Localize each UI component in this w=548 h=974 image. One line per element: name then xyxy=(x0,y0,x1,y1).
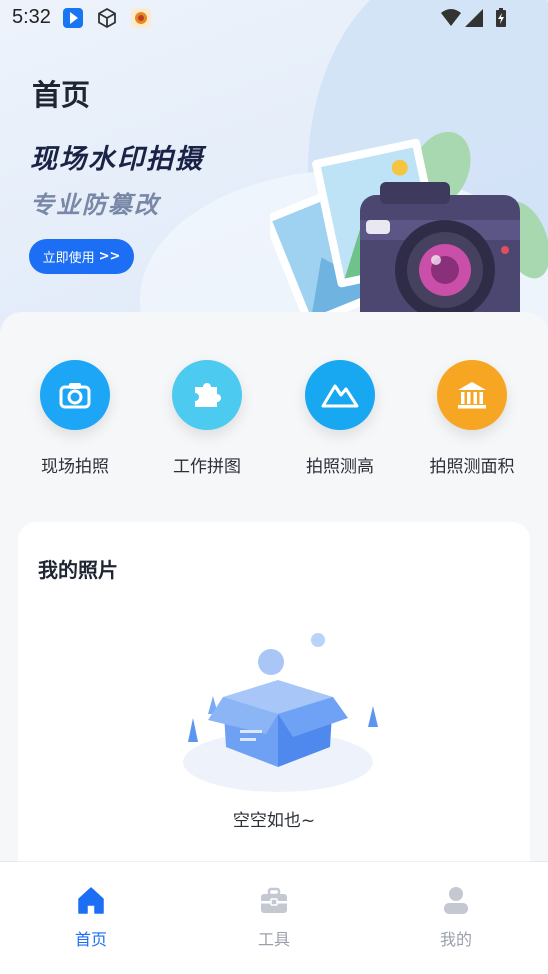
status-bar: 5:32 xyxy=(0,0,548,36)
quick-action-circle xyxy=(40,360,110,430)
quick-action-circle xyxy=(305,360,375,430)
bottom-tab-bar: 首页 工具 我的 xyxy=(0,862,548,974)
battery-icon xyxy=(496,8,506,27)
bank-icon xyxy=(458,382,486,409)
puzzle-icon xyxy=(195,383,221,407)
quick-action-circle xyxy=(437,360,507,430)
tab-mine[interactable]: 我的 xyxy=(396,884,516,950)
tab-label: 我的 xyxy=(439,930,472,949)
quick-action-measure-area[interactable]: 拍照测面积 xyxy=(406,360,538,477)
tab-home[interactable]: 首页 xyxy=(31,884,151,950)
wifi-icon xyxy=(441,9,461,26)
my-photos-title: 我的照片 xyxy=(38,558,118,582)
my-photos-card: 我的照片 空空如也~ xyxy=(18,522,530,882)
quick-action-live-photo[interactable]: 现场拍照 xyxy=(9,360,141,477)
app-notification-icon xyxy=(63,8,83,28)
empty-state-text: 空空如也~ xyxy=(232,811,316,831)
mountain-icon xyxy=(321,384,359,408)
tab-tools[interactable]: 工具 xyxy=(214,884,334,950)
tab-label: 首页 xyxy=(74,930,107,949)
quick-action-label: 工作拼图 xyxy=(173,457,241,477)
page-title: 首页 xyxy=(32,78,91,112)
tab-label: 工具 xyxy=(257,930,290,949)
status-time: 5:32 xyxy=(12,6,51,28)
user-icon xyxy=(444,887,468,914)
cube-icon xyxy=(98,7,116,29)
home-icon xyxy=(78,887,104,914)
signal-icon xyxy=(465,9,483,27)
quick-actions: 现场拍照 工作拼图 拍照测高 拍照测面积 xyxy=(0,360,548,480)
quick-action-label: 拍照测高 xyxy=(306,457,374,477)
camera-icon xyxy=(59,383,91,409)
quick-action-label: 现场拍照 xyxy=(41,457,109,477)
quick-action-measure-height[interactable]: 拍照测高 xyxy=(274,360,406,477)
toolbox-icon xyxy=(261,887,287,913)
empty-box-illustration xyxy=(183,633,378,792)
banner-subtitle: 专业防篡改 xyxy=(30,191,160,219)
hero-banner: 5:32 首页 现场水印拍摄 专业防篡改 立即使用 >> xyxy=(0,0,548,340)
banner-title: 现场水印拍摄 xyxy=(30,144,204,175)
game-app-icon xyxy=(131,8,151,28)
use-now-button[interactable]: 立即使用 >> xyxy=(29,239,134,274)
use-now-label: 立即使用 xyxy=(42,251,95,266)
quick-action-label: 拍照测面积 xyxy=(429,457,515,477)
quick-action-circle xyxy=(172,360,242,430)
quick-action-puzzle[interactable]: 工作拼图 xyxy=(141,360,273,477)
double-chevron-icon: >> xyxy=(98,249,121,264)
camera-illustration xyxy=(270,131,548,335)
